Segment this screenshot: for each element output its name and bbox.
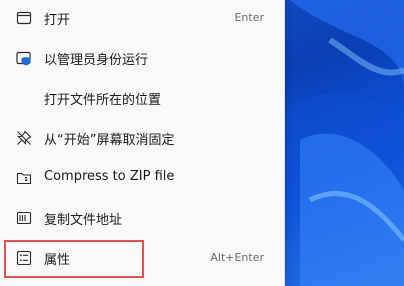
- menu-item-label: Compress to ZIP file: [44, 169, 175, 184]
- menu-item-properties[interactable]: 属性 Alt+Enter: [4, 240, 280, 276]
- properties-icon: [16, 250, 32, 266]
- menu-item-compress-zip[interactable]: Compress to ZIP file: [4, 160, 280, 196]
- shield-admin-icon: [16, 50, 32, 66]
- menu-item-label: 属性: [44, 253, 71, 268]
- menu-item-label: 打开: [44, 13, 71, 28]
- shortcut-hint: Alt+Enter: [210, 251, 264, 264]
- menu-item-open-file-location[interactable]: 打开文件所在的位置: [4, 80, 280, 116]
- context-menu: 打开 Enter 以管理员身份运行 打开文件所在的位置 从“开始”屏幕取消固定: [0, 0, 285, 286]
- menu-item-label: 打开文件所在的位置: [44, 93, 162, 108]
- menu-item-label: 以管理员身份运行: [44, 53, 149, 68]
- menu-item-label: 从“开始”屏幕取消固定: [44, 133, 175, 148]
- menu-item-copy-path[interactable]: 复制文件地址: [4, 200, 280, 236]
- zip-folder-icon: [16, 170, 32, 186]
- open-icon: [16, 10, 32, 26]
- shortcut-hint: Enter: [234, 11, 264, 24]
- copy-path-icon: [16, 210, 32, 226]
- menu-item-label: 复制文件地址: [44, 213, 123, 228]
- menu-item-open[interactable]: 打开 Enter: [4, 0, 280, 36]
- menu-item-unpin-from-start[interactable]: 从“开始”屏幕取消固定: [4, 120, 280, 156]
- unpin-icon: [16, 130, 32, 146]
- menu-item-run-as-admin[interactable]: 以管理员身份运行: [4, 40, 280, 76]
